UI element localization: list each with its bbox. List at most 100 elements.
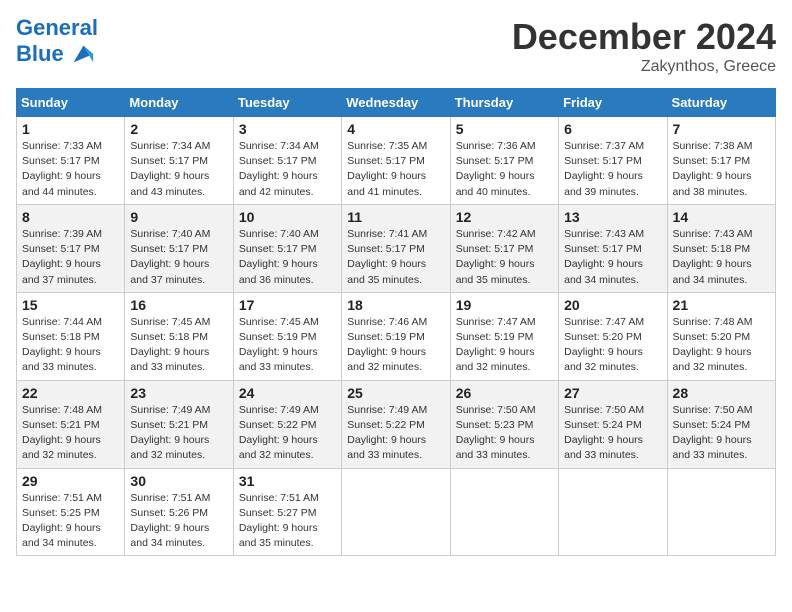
col-monday: Monday [125, 89, 233, 117]
table-cell: 26Sunrise: 7:50 AMSunset: 5:23 PMDayligh… [450, 380, 558, 468]
daylight-text: Daylight: 9 hours and 35 minutes. [347, 257, 444, 287]
sunset-text: Sunset: 5:21 PM [130, 418, 227, 433]
day-number: 14 [673, 209, 770, 225]
day-number: 24 [239, 385, 336, 401]
sunset-text: Sunset: 5:17 PM [239, 154, 336, 169]
daylight-text: Daylight: 9 hours and 44 minutes. [22, 169, 119, 199]
location: Zakynthos, Greece [512, 58, 776, 76]
table-cell: 2 Sunrise: 7:34 AMSunset: 5:17 PMDaylight… [125, 117, 233, 205]
week-row-3: 15Sunrise: 7:44 AMSunset: 5:18 PMDayligh… [17, 292, 776, 380]
sunset-text: Sunset: 5:17 PM [564, 242, 661, 257]
sunrise-text: Sunrise: 7:42 AM [456, 227, 553, 242]
logo-icon [68, 40, 96, 68]
day-info: Sunrise: 7:37 AMSunset: 5:17 PMDaylight:… [564, 139, 661, 200]
sunset-text: Sunset: 5:22 PM [239, 418, 336, 433]
table-cell: 24Sunrise: 7:49 AMSunset: 5:22 PMDayligh… [233, 380, 341, 468]
daylight-text: Daylight: 9 hours and 37 minutes. [22, 257, 119, 287]
day-number: 20 [564, 297, 661, 313]
daylight-text: Daylight: 9 hours and 32 minutes. [673, 345, 770, 375]
day-info: Sunrise: 7:40 AMSunset: 5:17 PMDaylight:… [130, 227, 227, 288]
sunrise-text: Sunrise: 7:37 AM [564, 139, 661, 154]
sunrise-text: Sunrise: 7:34 AM [130, 139, 227, 154]
col-tuesday: Tuesday [233, 89, 341, 117]
day-number: 6 [564, 121, 661, 137]
day-number: 5 [456, 121, 553, 137]
day-number: 11 [347, 209, 444, 225]
table-cell: 10Sunrise: 7:40 AMSunset: 5:17 PMDayligh… [233, 204, 341, 292]
sunset-text: Sunset: 5:17 PM [564, 154, 661, 169]
sunset-text: Sunset: 5:24 PM [564, 418, 661, 433]
sunset-text: Sunset: 5:17 PM [456, 154, 553, 169]
sunset-text: Sunset: 5:25 PM [22, 506, 119, 521]
table-cell: 13Sunrise: 7:43 AMSunset: 5:17 PMDayligh… [559, 204, 667, 292]
day-number: 29 [22, 473, 119, 489]
sunrise-text: Sunrise: 7:43 AM [564, 227, 661, 242]
table-cell: 11Sunrise: 7:41 AMSunset: 5:17 PMDayligh… [342, 204, 450, 292]
table-cell: 30Sunrise: 7:51 AMSunset: 5:26 PMDayligh… [125, 468, 233, 556]
daylight-text: Daylight: 9 hours and 34 minutes. [673, 257, 770, 287]
day-number: 16 [130, 297, 227, 313]
daylight-text: Daylight: 9 hours and 42 minutes. [239, 169, 336, 199]
sunrise-text: Sunrise: 7:34 AM [239, 139, 336, 154]
table-cell: 23Sunrise: 7:49 AMSunset: 5:21 PMDayligh… [125, 380, 233, 468]
table-cell: 31Sunrise: 7:51 AMSunset: 5:27 PMDayligh… [233, 468, 341, 556]
day-number: 7 [673, 121, 770, 137]
table-cell: 16Sunrise: 7:45 AMSunset: 5:18 PMDayligh… [125, 292, 233, 380]
daylight-text: Daylight: 9 hours and 41 minutes. [347, 169, 444, 199]
sunset-text: Sunset: 5:27 PM [239, 506, 336, 521]
sunset-text: Sunset: 5:18 PM [130, 330, 227, 345]
daylight-text: Daylight: 9 hours and 33 minutes. [564, 433, 661, 463]
day-info: Sunrise: 7:44 AMSunset: 5:18 PMDaylight:… [22, 315, 119, 376]
day-info: Sunrise: 7:51 AMSunset: 5:27 PMDaylight:… [239, 491, 336, 552]
daylight-text: Daylight: 9 hours and 33 minutes. [347, 433, 444, 463]
day-number: 2 [130, 121, 227, 137]
day-number: 12 [456, 209, 553, 225]
daylight-text: Daylight: 9 hours and 34 minutes. [564, 257, 661, 287]
table-cell: 21Sunrise: 7:48 AMSunset: 5:20 PMDayligh… [667, 292, 775, 380]
sunset-text: Sunset: 5:17 PM [347, 154, 444, 169]
daylight-text: Daylight: 9 hours and 34 minutes. [22, 521, 119, 551]
daylight-text: Daylight: 9 hours and 43 minutes. [130, 169, 227, 199]
daylight-text: Daylight: 9 hours and 33 minutes. [456, 433, 553, 463]
sunrise-text: Sunrise: 7:40 AM [130, 227, 227, 242]
day-number: 19 [456, 297, 553, 313]
table-cell: 27Sunrise: 7:50 AMSunset: 5:24 PMDayligh… [559, 380, 667, 468]
sunset-text: Sunset: 5:20 PM [564, 330, 661, 345]
sunrise-text: Sunrise: 7:43 AM [673, 227, 770, 242]
sunrise-text: Sunrise: 7:51 AM [130, 491, 227, 506]
sunrise-text: Sunrise: 7:51 AM [22, 491, 119, 506]
sunset-text: Sunset: 5:18 PM [22, 330, 119, 345]
day-number: 26 [456, 385, 553, 401]
table-cell: 25Sunrise: 7:49 AMSunset: 5:22 PMDayligh… [342, 380, 450, 468]
daylight-text: Daylight: 9 hours and 33 minutes. [22, 345, 119, 375]
col-sunday: Sunday [17, 89, 125, 117]
sunset-text: Sunset: 5:17 PM [130, 154, 227, 169]
sunset-text: Sunset: 5:19 PM [456, 330, 553, 345]
page-header: General Blue December 2024 Zakynthos, Gr… [16, 16, 776, 76]
daylight-text: Daylight: 9 hours and 32 minutes. [564, 345, 661, 375]
sunset-text: Sunset: 5:17 PM [239, 242, 336, 257]
day-info: Sunrise: 7:49 AMSunset: 5:21 PMDaylight:… [130, 403, 227, 464]
day-info: Sunrise: 7:33 AMSunset: 5:17 PMDaylight:… [22, 139, 119, 200]
day-number: 9 [130, 209, 227, 225]
sunset-text: Sunset: 5:19 PM [347, 330, 444, 345]
col-wednesday: Wednesday [342, 89, 450, 117]
sunset-text: Sunset: 5:17 PM [130, 242, 227, 257]
table-cell: 12Sunrise: 7:42 AMSunset: 5:17 PMDayligh… [450, 204, 558, 292]
table-cell: 6 Sunrise: 7:37 AMSunset: 5:17 PMDaylight… [559, 117, 667, 205]
day-number: 30 [130, 473, 227, 489]
sunrise-text: Sunrise: 7:48 AM [22, 403, 119, 418]
sunrise-text: Sunrise: 7:49 AM [130, 403, 227, 418]
day-number: 10 [239, 209, 336, 225]
sunrise-text: Sunrise: 7:38 AM [673, 139, 770, 154]
sunrise-text: Sunrise: 7:48 AM [673, 315, 770, 330]
day-number: 18 [347, 297, 444, 313]
table-cell: 22Sunrise: 7:48 AMSunset: 5:21 PMDayligh… [17, 380, 125, 468]
sunrise-text: Sunrise: 7:33 AM [22, 139, 119, 154]
day-info: Sunrise: 7:38 AMSunset: 5:17 PMDaylight:… [673, 139, 770, 200]
sunrise-text: Sunrise: 7:45 AM [239, 315, 336, 330]
day-number: 4 [347, 121, 444, 137]
table-cell: 7 Sunrise: 7:38 AMSunset: 5:17 PMDaylight… [667, 117, 775, 205]
day-info: Sunrise: 7:47 AMSunset: 5:19 PMDaylight:… [456, 315, 553, 376]
day-number: 3 [239, 121, 336, 137]
